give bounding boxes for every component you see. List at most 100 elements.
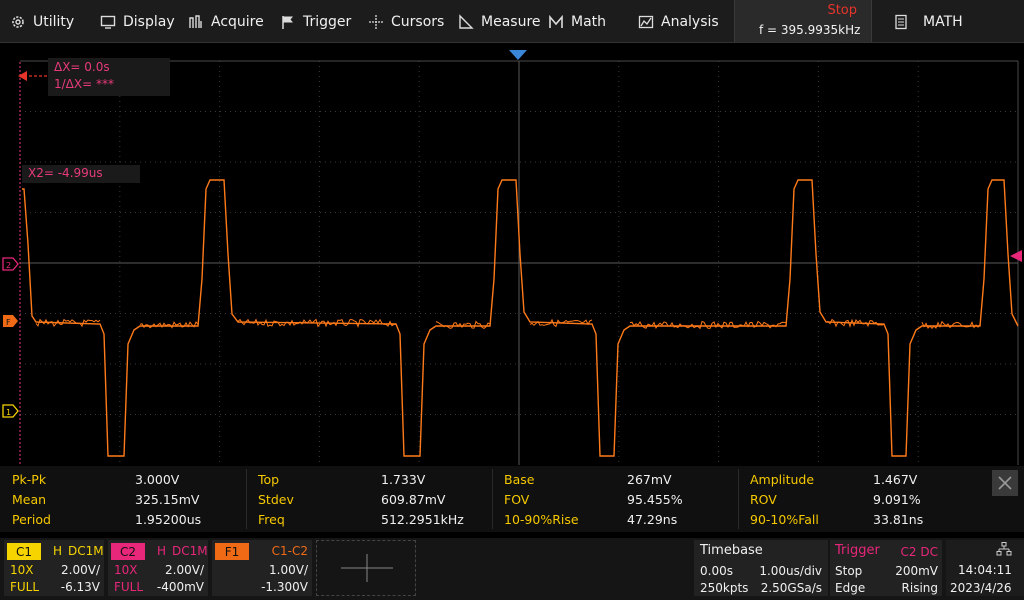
- measurement-value: 1.95200us: [135, 511, 202, 527]
- measurement-value: 1.467V: [873, 471, 918, 487]
- crosshair-icon: [368, 14, 384, 30]
- menu-utility[interactable]: Utility: [10, 0, 74, 43]
- menu-bar: Utility Display Acquire Trigger Cursors …: [0, 0, 1024, 43]
- timebase-memory: 250kpts: [700, 581, 749, 595]
- clock-panel[interactable]: 14:04:11 2023/4/26: [946, 540, 1024, 596]
- svg-text:2: 2: [6, 261, 11, 270]
- c1-bandwidth: H: [53, 544, 63, 558]
- trigger-slope: Rising: [901, 581, 938, 595]
- menu-cursors[interactable]: Cursors: [368, 0, 444, 43]
- menu-math-right-label: MATH: [923, 13, 963, 30]
- math-f1-panel[interactable]: F1 C1-C2 1.00V/ -1.300V: [212, 540, 312, 596]
- menu-acquire-label: Acquire: [211, 13, 264, 30]
- frequency-counter[interactable]: Stop f = 395.9935kHz: [734, 0, 872, 42]
- measurement-label: Mean: [12, 491, 47, 507]
- timebase-sample-rate: 2.50GSa/s: [760, 581, 822, 595]
- trigger-level: 200mV: [895, 564, 938, 578]
- timebase-title: Timebase: [700, 543, 763, 558]
- f1-level-marker[interactable]: F: [3, 315, 18, 327]
- cursor-inverse-delta-x: 1/ΔX= ***: [54, 77, 114, 91]
- trigger-source: C2 DC: [900, 545, 938, 559]
- measurement-value: 47.29ns: [627, 511, 678, 527]
- utility-gear-icon: [10, 14, 26, 30]
- measurement-grid: Pk-Pk 3.000V Top 1.733V Base 267mV Amplitude 1.…: [6, 469, 988, 529]
- waveform-noise-segment: [435, 320, 491, 329]
- close-icon: [998, 476, 1012, 490]
- measurement-value: 512.2951kHz: [381, 511, 464, 527]
- measurement-close-button[interactable]: [992, 470, 1018, 496]
- c2-probe: 10X: [114, 563, 138, 577]
- trigger-position-marker[interactable]: [509, 50, 527, 60]
- c1-tag: C1: [7, 543, 41, 560]
- menu-display-label: Display: [123, 13, 175, 30]
- menu-analysis[interactable]: Analysis: [638, 0, 719, 43]
- menu-cursors-label: Cursors: [391, 13, 445, 30]
- measurement-label: Top: [258, 471, 280, 487]
- c1-probe: 10X: [10, 563, 34, 577]
- measurement-value: 1.733V: [381, 471, 426, 487]
- measurement-value: 267mV: [627, 471, 672, 487]
- trigger-panel[interactable]: Trigger C2 DC Stop 200mV Edge Rising: [830, 540, 942, 596]
- channel-c2-panel[interactable]: C2 H DC1M 10X 2.00V/ FULL -400mV: [108, 540, 208, 596]
- channel-c1-panel[interactable]: C1 H DC1M 10X 2.00V/ FULL -6.13V: [4, 540, 104, 596]
- measurement-value: 3.000V: [135, 471, 180, 487]
- measurement-value: 609.87mV: [381, 491, 446, 507]
- menu-analysis-label: Analysis: [661, 13, 719, 30]
- math-icon: [548, 14, 564, 30]
- c2-scale: 2.00V/: [165, 563, 204, 577]
- svg-text:F: F: [6, 318, 11, 327]
- menu-math[interactable]: Math: [548, 0, 606, 43]
- menu-acquire[interactable]: Acquire: [188, 0, 264, 43]
- c1-coupling: DC1M: [68, 544, 104, 558]
- trigger-type: Edge: [835, 581, 866, 595]
- f1-source: C1-C2: [271, 544, 308, 558]
- monitor-icon: [100, 14, 116, 30]
- waveform-display[interactable]: 2 F 1 ΔX= 0.0s 1/ΔX= *** X2= -4.99us: [0, 44, 1024, 465]
- measurement-label: 90-10%Fall: [750, 511, 819, 527]
- clock-date: 2023/4/26: [950, 581, 1012, 595]
- add-channel-slot[interactable]: [316, 540, 416, 596]
- status-bar: C1 H DC1M 10X 2.00V/ FULL -6.13V C2 H DC…: [0, 538, 1024, 600]
- svg-text:1: 1: [6, 408, 11, 417]
- frequency-readout: f = 395.9935kHz: [759, 23, 861, 37]
- c2-level-marker[interactable]: 2: [2, 257, 19, 271]
- ruler-icon: [458, 13, 474, 30]
- waveform-noise-segment: [921, 320, 981, 330]
- c2-tag: C2: [111, 543, 145, 560]
- list-icon: [893, 14, 909, 30]
- f1-tag: F1: [215, 543, 249, 560]
- acquire-icon: [188, 14, 204, 30]
- run-state-indicator[interactable]: Stop: [827, 3, 857, 18]
- f1-offset: -1.300V: [261, 580, 308, 594]
- cursor-x2-readout: X2= -4.99us: [22, 165, 140, 183]
- waveform-canvas[interactable]: 2 F 1: [0, 44, 1024, 465]
- menu-display[interactable]: Display: [100, 0, 175, 43]
- menu-measure[interactable]: Measure: [458, 0, 541, 43]
- c2-coupling: DC1M: [172, 544, 208, 558]
- measurement-value: 325.15mV: [135, 491, 200, 507]
- trigger-level-marker[interactable]: [1010, 250, 1022, 262]
- c2-bandwidth: H: [157, 544, 167, 558]
- measurement-label: Pk-Pk: [12, 471, 47, 487]
- measurement-label: 10-90%Rise: [504, 511, 579, 527]
- timebase-panel[interactable]: Timebase 0.00s 1.00us/div 250kpts 2.50GS…: [694, 540, 828, 596]
- cursor-delta-x: ΔX= 0.0s: [54, 60, 110, 74]
- trigger-title: Trigger: [835, 543, 880, 558]
- measurement-separator: [738, 469, 739, 529]
- menu-utility-label: Utility: [33, 13, 75, 30]
- measurement-label: Base: [504, 471, 535, 487]
- c1-level-marker[interactable]: 1: [2, 404, 19, 418]
- menu-measure-label: Measure: [481, 13, 541, 30]
- flag-icon: [280, 14, 296, 30]
- graticule: [20, 60, 1019, 465]
- c1-offset: -6.13V: [60, 580, 100, 594]
- waveform-noise-segment: [139, 321, 199, 329]
- cursor-arrow-icon: [18, 71, 48, 81]
- measurement-label: Freq: [258, 511, 285, 527]
- menu-trigger[interactable]: Trigger: [280, 0, 351, 43]
- measurement-panel[interactable]: Pk-Pk 3.000V Top 1.733V Base 267mV Amplitude 1.…: [0, 466, 1024, 532]
- network-icon: [996, 542, 1012, 556]
- f1-scale: 1.00V/: [269, 563, 308, 577]
- menu-math-right[interactable]: MATH: [893, 0, 963, 43]
- measurement-label: ROV: [750, 491, 777, 507]
